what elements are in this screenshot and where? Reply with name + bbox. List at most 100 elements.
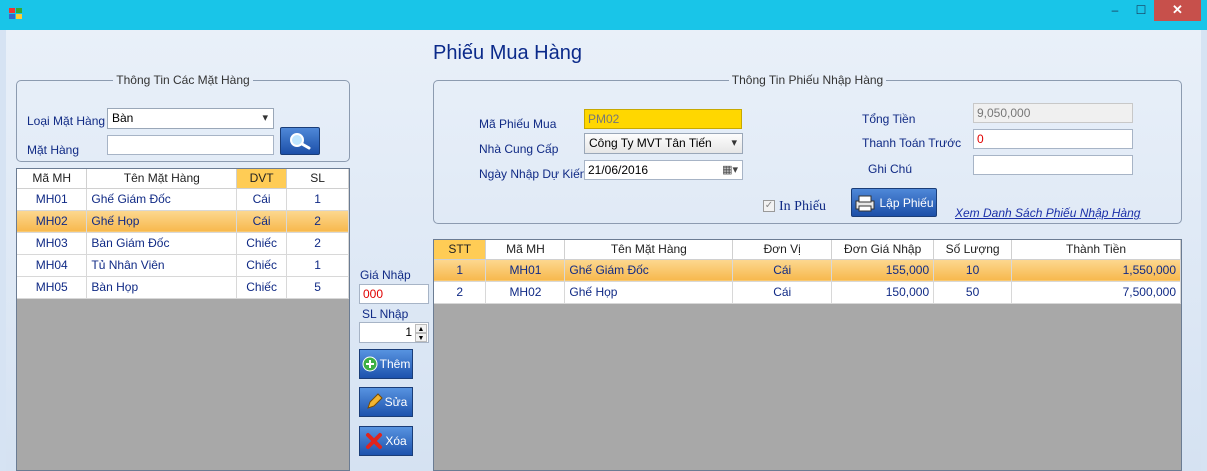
cell-code: MH05 [17, 276, 88, 299]
col-qty[interactable]: Số Lượng [933, 240, 1013, 260]
table-row[interactable]: MH05 Bàn Họp Chiếc 5 [17, 276, 349, 299]
detail-grid-header: STT Mã MH Tên Mặt Hàng Đơn Vị Đơn Giá Nh… [434, 240, 1181, 260]
category-select[interactable]: Bàn ▾ [107, 108, 274, 129]
qty-value: 1 [405, 325, 412, 339]
col-code[interactable]: Mã MH [17, 169, 88, 189]
stepper-up-icon[interactable]: ▲ [415, 324, 427, 333]
search-button[interactable] [280, 127, 320, 155]
cell-code: MH02 [485, 281, 566, 304]
note-label: Ghi Chú [868, 162, 913, 176]
col-price[interactable]: Đơn Giá Nhập [831, 240, 935, 260]
table-row[interactable]: MH03 Bàn Giám Đốc Chiếc 2 [17, 232, 349, 255]
category-value: Bàn [112, 111, 134, 125]
cell-unit: Cái [236, 210, 288, 233]
cell-name: Bàn Giám Đốc [86, 232, 238, 255]
delete-x-icon [366, 433, 383, 449]
calendar-icon[interactable]: ▦▾ [722, 162, 738, 178]
cell-name: Ghế Họp [564, 281, 734, 304]
receipt-detail-grid[interactable]: STT Mã MH Tên Mặt Hàng Đơn Vị Đơn Giá Nh… [433, 239, 1182, 471]
cell-name: Ghế Giám Đốc [564, 259, 734, 282]
chevron-down-icon: ▾ [262, 112, 268, 124]
print-checkbox[interactable]: ✓ [763, 200, 775, 212]
receipt-info-legend: Thông Tin Phiếu Nhập Hàng [731, 73, 884, 87]
cell-name: Bàn Họp [86, 276, 238, 299]
plus-icon [362, 356, 378, 372]
cell-qty: 2 [286, 232, 349, 255]
col-code[interactable]: Mã MH [485, 240, 566, 260]
cell-code: MH01 [485, 259, 566, 282]
col-unit[interactable]: DVT [236, 169, 288, 189]
table-row[interactable]: MH01 Ghế Giám Đốc Cái 1 [17, 188, 349, 211]
total-field: 9,050,000 [973, 103, 1133, 123]
cell-qty: 10 [933, 259, 1013, 282]
item-search-input[interactable] [107, 135, 274, 155]
cell-qty: 1 [286, 254, 349, 277]
date-label: Ngày Nhập Dự Kiến [479, 167, 587, 181]
cell-price: 150,000 [831, 281, 935, 304]
total-label: Tổng Tiền [862, 112, 916, 126]
cell-stt: 1 [434, 259, 487, 282]
cell-unit: Chiếc [236, 276, 288, 299]
col-amount[interactable]: Thành Tiền [1011, 240, 1181, 260]
create-receipt-button[interactable]: Lập Phiếu [851, 188, 937, 217]
edit-button[interactable]: Sửa [359, 387, 413, 417]
cell-amount: 7,500,000 [1011, 281, 1181, 304]
supplier-value: Công Ty MVT Tân Tiến [589, 136, 712, 150]
cell-unit: Chiếc [236, 232, 288, 255]
create-receipt-label: Lập Phiếu [879, 195, 934, 210]
cell-stt: 2 [434, 281, 487, 304]
cell-qty: 50 [933, 281, 1013, 304]
receipt-code-label: Mã Phiếu Mua [479, 117, 557, 131]
table-row[interactable]: 2 MH02 Ghế Họp Cái 150,000 50 7,500,000 [434, 281, 1181, 304]
cell-name: Ghế Giám Đốc [86, 188, 238, 211]
close-button[interactable]: ✕ [1154, 0, 1201, 21]
col-name[interactable]: Tên Mặt Hàng [564, 240, 734, 260]
add-button[interactable]: Thêm [359, 349, 413, 379]
cell-amount: 1,550,000 [1011, 259, 1181, 282]
table-row-selected[interactable]: MH02 Ghế Họp Cái 2 [17, 210, 349, 233]
col-stt[interactable]: STT [434, 240, 487, 260]
qty-stepper[interactable]: 1 ▲ ▼ [359, 322, 429, 343]
cell-qty: 1 [286, 188, 349, 211]
print-label: In Phiếu [779, 199, 827, 214]
table-row-selected[interactable]: 1 MH01 Ghế Giám Đốc Cái 155,000 10 1,550… [434, 259, 1181, 282]
table-row[interactable]: MH04 Tủ Nhân Viên Chiếc 1 [17, 254, 349, 277]
cell-code: MH02 [17, 210, 88, 233]
product-info-legend: Thông Tin Các Mặt Hàng [116, 73, 250, 87]
note-input[interactable] [973, 155, 1133, 175]
cell-code: MH03 [17, 232, 88, 255]
cell-qty: 5 [286, 276, 349, 299]
cell-unit: Chiếc [236, 254, 288, 277]
date-picker[interactable]: 21/06/2016 ▦▾ [584, 160, 743, 180]
page-title: Phiếu Mua Hàng [433, 42, 582, 64]
stepper-down-icon[interactable]: ▼ [415, 333, 427, 342]
col-name[interactable]: Tên Mặt Hàng [86, 169, 238, 189]
product-grid[interactable]: Mã MH Tên Mặt Hàng DVT SL MH01 Ghế Giám … [16, 168, 350, 471]
pencil-icon [366, 393, 383, 409]
cell-code: MH01 [17, 188, 88, 211]
maximize-button[interactable]: ☐ [1128, 0, 1154, 21]
date-value: 21/06/2016 [588, 163, 649, 177]
delete-button[interactable]: Xóa [359, 426, 413, 456]
item-label: Mặt Hàng [27, 143, 80, 157]
printer-icon [855, 195, 875, 211]
receipt-code-field: PM02 [584, 109, 742, 129]
edit-button-label: Sửa [384, 395, 408, 409]
qty-label: SL Nhập [362, 307, 409, 321]
minimize-button[interactable]: – [1102, 0, 1128, 21]
view-receipt-list-link[interactable]: Xem Danh Sách Phiếu Nhập Hàng [955, 206, 1140, 220]
search-icon [290, 133, 311, 150]
supplier-select[interactable]: Công Ty MVT Tân Tiến ▾ [584, 133, 743, 154]
col-unit[interactable]: Đơn Vị [732, 240, 833, 260]
category-label: Loại Mặt Hàng [27, 114, 106, 128]
prepay-input[interactable]: 0 [973, 129, 1133, 149]
product-grid-header: Mã MH Tên Mặt Hàng DVT SL [17, 169, 349, 189]
cell-code: MH04 [17, 254, 88, 277]
add-button-label: Thêm [379, 357, 411, 371]
cell-unit: Cái [236, 188, 288, 211]
delete-button-label: Xóa [385, 434, 407, 448]
col-qty[interactable]: SL [286, 169, 349, 189]
window-titlebar: – ☐ ✕ [0, 0, 1207, 30]
prepay-label: Thanh Toán Trước [862, 136, 962, 150]
price-input[interactable]: 000 [359, 284, 429, 304]
